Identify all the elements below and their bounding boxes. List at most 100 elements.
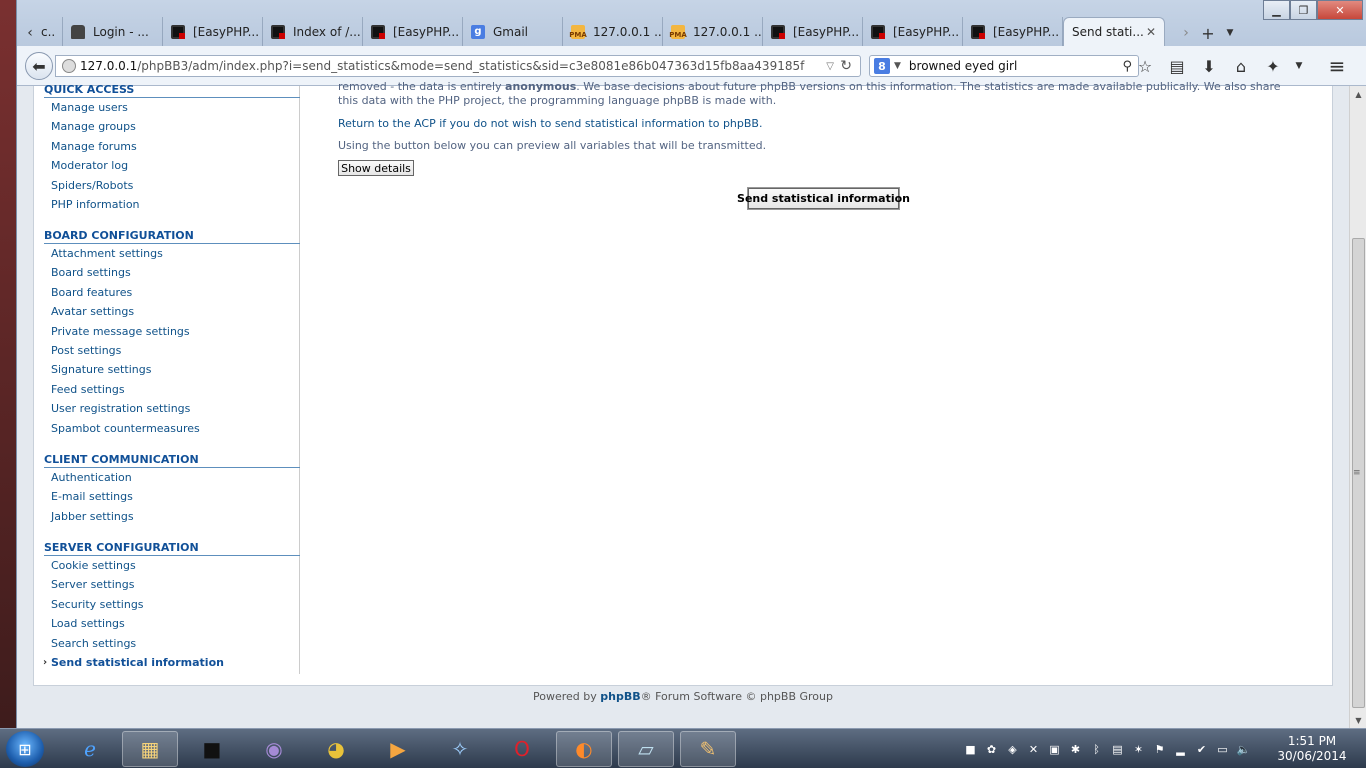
easyphp-taskbar-icon[interactable]: ■ (184, 731, 240, 767)
send-statistical-information-button[interactable]: Send statistical information (737, 188, 910, 209)
media-player-icon[interactable]: ▶ (370, 731, 426, 767)
tray-app-icon[interactable]: ✱ (1067, 741, 1084, 757)
home-icon[interactable]: ⌂ (1225, 54, 1257, 78)
volume-icon[interactable]: 🔈 (1235, 741, 1252, 757)
search-engine-icon[interactable]: 8 (874, 58, 890, 74)
file-explorer-icon[interactable]: ▦ (122, 731, 178, 767)
phpbb-link[interactable]: phpBB (600, 690, 640, 703)
menu-item-email-settings[interactable]: E-mail settings (44, 487, 300, 506)
menu-section-quick-access: QUICK ACCESS Manage users Manage groups … (44, 83, 300, 214)
menu-item-search-settings[interactable]: Search settings (44, 634, 300, 653)
new-tab-icon[interactable]: + (1199, 24, 1217, 43)
tab[interactable]: [EasyPHP... (863, 17, 963, 46)
reload-icon[interactable]: ↻ (840, 58, 852, 74)
tab[interactable]: PMA 127.0.0.1 ... (663, 17, 763, 46)
url-bar[interactable]: 127.0.0.1 /phpBB3/adm/index.php?i=send_s… (55, 55, 861, 77)
menu-item-attachment-settings[interactable]: Attachment settings (44, 244, 300, 263)
close-window-button[interactable]: ✕ (1317, 0, 1363, 20)
vertical-scrollbar[interactable]: ▲ ≡ ▼ (1349, 86, 1366, 728)
tray-app-icon[interactable]: ▣ (1046, 741, 1063, 757)
tab[interactable]: [EasyPHP... (363, 17, 463, 46)
tray-app-icon[interactable]: ✕ (1025, 741, 1042, 757)
opera-icon[interactable]: O (494, 731, 550, 767)
taskbar-clock[interactable]: 1:51 PM 30/06/2014 (1272, 734, 1352, 764)
menu-item-authentication[interactable]: Authentication (44, 468, 300, 487)
search-bar[interactable]: 8 ▼ browned eyed girl ⚲ (869, 55, 1139, 77)
notepad-icon[interactable]: ▱ (618, 731, 674, 767)
menu-item-signature-settings[interactable]: Signature settings (44, 360, 300, 379)
scroll-down-icon[interactable]: ▼ (1350, 712, 1366, 728)
menu-item-user-registration-settings[interactable]: User registration settings (44, 399, 300, 418)
tab[interactable]: c.. (37, 17, 63, 46)
menu-item-jabber-settings[interactable]: Jabber settings (44, 507, 300, 526)
return-to-acp-link[interactable]: Return to the ACP if you do not wish to … (338, 117, 762, 131)
toolbar-icons: ☆ ▤ ⬇ ⌂ ✦ ▼ ≡ (1129, 54, 1353, 78)
menu-item-spambot-countermeasures[interactable]: Spambot countermeasures (44, 419, 300, 438)
minimize-button[interactable]: ▁ (1263, 0, 1290, 20)
power-icon[interactable]: ▭ (1214, 741, 1231, 757)
menu-item-private-message-settings[interactable]: Private message settings (44, 322, 300, 341)
site-identity-icon[interactable] (62, 59, 76, 73)
menu-item-security-settings[interactable]: Security settings (44, 595, 300, 614)
tab[interactable]: Login - ... (63, 17, 163, 46)
tab[interactable]: Index of /... (263, 17, 363, 46)
hamburger-menu-icon[interactable]: ≡ (1321, 54, 1353, 78)
action-center-flag-icon[interactable]: ⚑ (1151, 741, 1168, 757)
phpmyadmin-icon: PMA (669, 24, 687, 39)
tray-app-icon[interactable]: ✶ (1130, 741, 1147, 757)
scroll-up-icon[interactable]: ▲ (1350, 86, 1366, 102)
intro-bold-text: anonymous (505, 80, 577, 93)
addon-icon[interactable]: ✦ (1257, 54, 1289, 78)
tab-active[interactable]: Send stati... ✕ (1063, 17, 1165, 46)
menu-item-manage-users[interactable]: Manage users (44, 98, 300, 117)
menu-item-board-settings[interactable]: Board settings (44, 263, 300, 282)
start-button[interactable]: ⊞ (6, 731, 44, 767)
tab[interactable]: [EasyPHP... (763, 17, 863, 46)
menu-item-moderator-log[interactable]: Moderator log (44, 156, 300, 175)
bookmark-star-icon[interactable]: ☆ (1129, 54, 1161, 78)
menu-item-board-features[interactable]: Board features (44, 283, 300, 302)
bluetooth-icon[interactable]: ᛒ (1088, 741, 1105, 757)
addon-dropdown-icon[interactable]: ▼ (1289, 54, 1309, 78)
search-engine-dropdown-icon[interactable]: ▼ (894, 61, 901, 71)
safari-icon[interactable]: ✧ (432, 731, 488, 767)
eclipse-icon[interactable]: ◉ (246, 731, 302, 767)
show-details-button[interactable]: Show details (338, 160, 414, 176)
menu-item-load-settings[interactable]: Load settings (44, 614, 300, 633)
maximize-button[interactable]: ❐ (1290, 0, 1317, 20)
network-signal-icon[interactable]: ▂ (1172, 741, 1189, 757)
menu-item-manage-forums[interactable]: Manage forums (44, 137, 300, 156)
internet-explorer-icon[interactable]: ℯ (62, 731, 118, 767)
history-dropdown-icon[interactable]: ▽ (826, 61, 834, 72)
menu-item-server-settings[interactable]: Server settings (44, 575, 300, 594)
tab[interactable]: g Gmail (463, 17, 563, 46)
menu-item-cookie-settings[interactable]: Cookie settings (44, 556, 300, 575)
pdf-icon[interactable]: ▤ (1109, 741, 1126, 757)
tab-label: Gmail (493, 24, 529, 39)
tab[interactable]: [EasyPHP... (963, 17, 1063, 46)
paint-icon[interactable]: ✎ (680, 731, 736, 767)
menu-item-post-settings[interactable]: Post settings (44, 341, 300, 360)
close-tab-icon[interactable]: ✕ (1146, 25, 1156, 39)
firefox-icon[interactable]: ◐ (556, 731, 612, 767)
search-input[interactable]: browned eyed girl (909, 59, 1017, 73)
menu-item-avatar-settings[interactable]: Avatar settings (44, 302, 300, 321)
easyphp-icon (371, 24, 385, 39)
chrome-icon[interactable]: ◕ (308, 731, 364, 767)
tab[interactable]: PMA 127.0.0.1 ... (563, 17, 663, 46)
tray-app-icon[interactable]: ◈ (1004, 741, 1021, 757)
easyphp-tray-icon[interactable]: ■ (962, 741, 979, 757)
menu-item-feed-settings[interactable]: Feed settings (44, 380, 300, 399)
bookmarks-menu-icon[interactable]: ▤ (1161, 54, 1193, 78)
tab[interactable]: [EasyPHP... (163, 17, 263, 46)
menu-item-php-information[interactable]: PHP information (44, 195, 300, 214)
menu-item-manage-groups[interactable]: Manage groups (44, 117, 300, 136)
tray-app-icon[interactable]: ✿ (983, 741, 1000, 757)
list-tabs-icon[interactable]: ▼ (1221, 24, 1239, 42)
tray-app-icon[interactable]: ✔ (1193, 741, 1210, 757)
back-button[interactable]: ⬅ (25, 52, 53, 80)
scroll-tabs-right-icon[interactable]: › (1177, 24, 1195, 42)
downloads-icon[interactable]: ⬇ (1193, 54, 1225, 78)
menu-item-spiders-robots[interactable]: Spiders/Robots (44, 176, 300, 195)
menu-item-send-statistical-information[interactable]: Send statistical information (43, 653, 300, 673)
